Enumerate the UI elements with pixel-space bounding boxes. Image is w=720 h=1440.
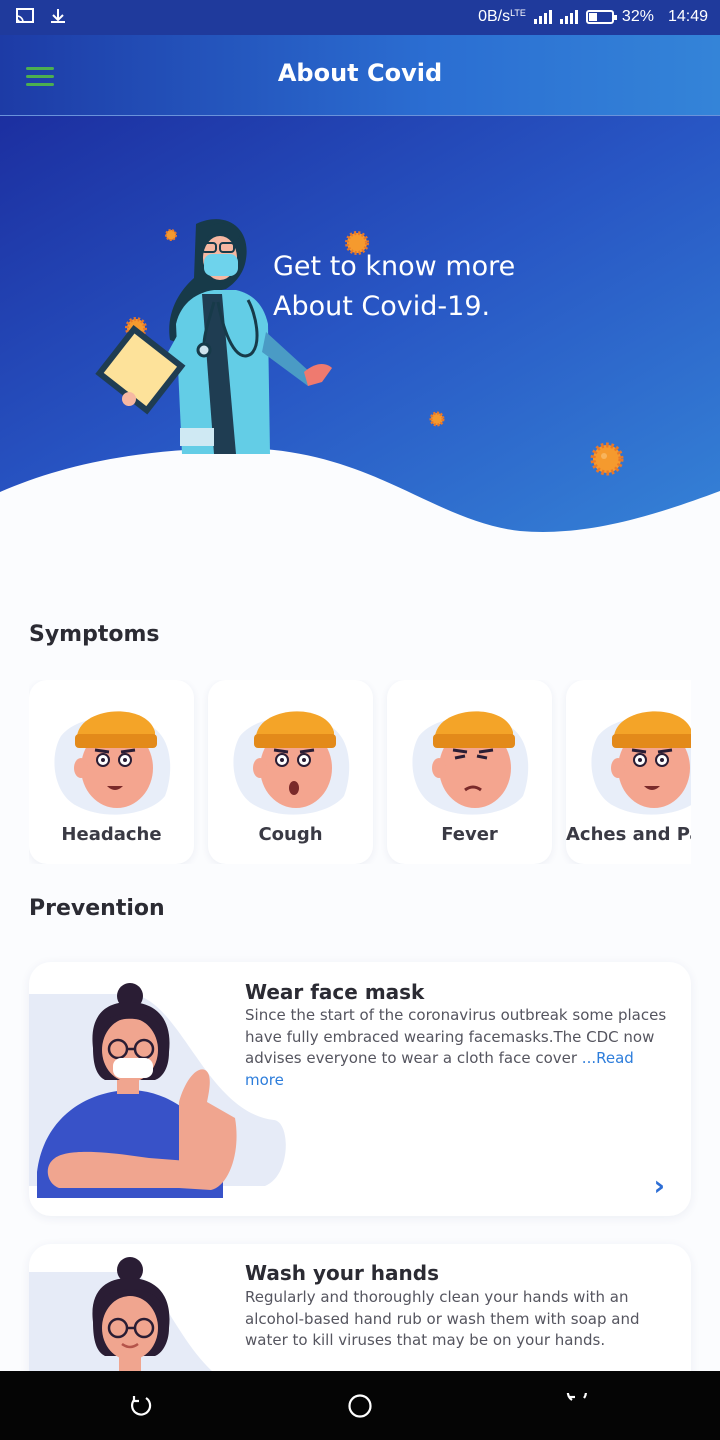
back-icon[interactable] bbox=[128, 1393, 154, 1419]
symptom-face-illustration bbox=[591, 711, 691, 815]
virus-icon bbox=[429, 411, 445, 427]
prevention-item-text: Since the start of the coronavirus outbr… bbox=[245, 1005, 675, 1091]
symptoms-list: Headache Cough Fever Aches and Pain bbox=[29, 680, 691, 864]
net-speed: 0B/s bbox=[478, 8, 511, 25]
status-bar: 0B/s LTE 32% 14:49 bbox=[0, 0, 720, 35]
symptom-label: Cough bbox=[258, 824, 323, 845]
cast-icon bbox=[16, 8, 34, 23]
hero-headline: Get to know more About Covid-19. bbox=[273, 247, 515, 327]
prevention-item-text: Regularly and thoroughly clean your hand… bbox=[245, 1288, 640, 1349]
symptoms-title: Symptoms bbox=[29, 622, 160, 647]
download-icon bbox=[51, 9, 65, 23]
virus-icon bbox=[590, 442, 624, 476]
clock: 14:49 bbox=[667, 8, 708, 25]
symptoms-carousel[interactable]: Headache Cough Fever Aches and Pain bbox=[29, 680, 691, 864]
prevention-title: Prevention bbox=[29, 896, 165, 921]
signal-icon bbox=[533, 10, 552, 24]
network-type: LTE bbox=[510, 8, 526, 18]
symptom-card[interactable]: Cough bbox=[208, 680, 373, 864]
home-icon[interactable] bbox=[347, 1393, 373, 1419]
symptom-card[interactable]: Aches and Pains bbox=[566, 680, 691, 864]
recent-apps-icon[interactable] bbox=[566, 1393, 592, 1419]
symptom-face-illustration bbox=[233, 711, 350, 815]
battery-icon bbox=[585, 10, 617, 24]
prevention-item-title: Wash your hands bbox=[245, 1261, 439, 1285]
symptom-label: Headache bbox=[61, 824, 162, 845]
symptom-label: Fever bbox=[441, 824, 498, 845]
app-header: About Covid bbox=[0, 35, 720, 116]
hero-line-2: About Covid-19. bbox=[273, 291, 491, 322]
hero-banner: Get to know more About Covid-19. bbox=[0, 116, 720, 546]
symptom-label: Aches and Pains bbox=[566, 824, 691, 845]
prevention-item-title: Wear face mask bbox=[245, 980, 425, 1004]
page-title: About Covid bbox=[277, 59, 443, 87]
symptom-card[interactable]: Fever bbox=[387, 680, 552, 864]
signal-icon-2 bbox=[559, 10, 578, 24]
battery-percent: 32% bbox=[621, 8, 654, 25]
chevron-right-icon[interactable]: › bbox=[653, 1169, 665, 1202]
hero-line-1: Get to know more bbox=[273, 251, 516, 282]
system-nav-bar bbox=[0, 1371, 720, 1440]
prevention-card-face-mask[interactable]: Wear face mask Since the start of the co… bbox=[29, 962, 691, 1216]
symptom-card[interactable]: Headache bbox=[29, 680, 194, 864]
symptom-face-illustration bbox=[412, 711, 529, 815]
symptom-face-illustration bbox=[54, 711, 171, 815]
